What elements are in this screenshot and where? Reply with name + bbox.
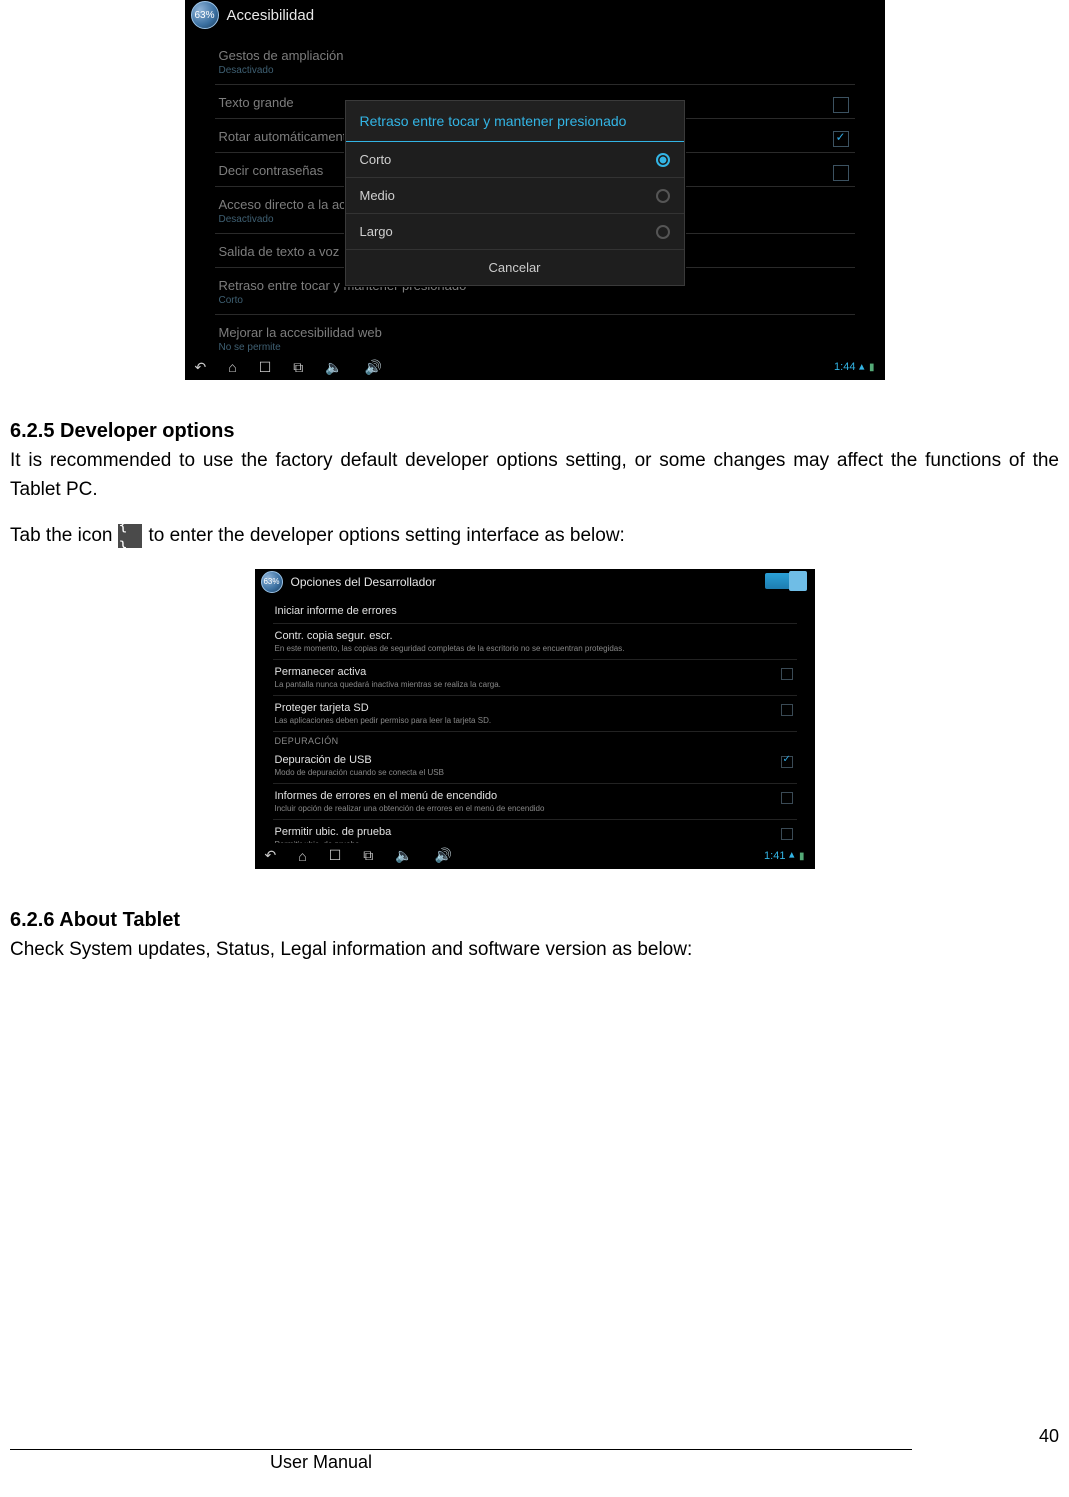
- option-label: Medio: [360, 188, 395, 203]
- page-footer: User Manual: [10, 1449, 1059, 1473]
- row-sub: Corto: [219, 295, 851, 306]
- screenshot-icon[interactable]: ⧉: [293, 359, 303, 376]
- screen-title: Opciones del Desarrollador: [291, 575, 436, 589]
- system-navbar: ↶ ⌂ ☐ ⧉ 🔈 🔊 1:41: [255, 843, 815, 869]
- status-clock: 1:44: [834, 361, 874, 374]
- row-informes-encendido[interactable]: Informes de errores en el menú de encend…: [273, 784, 797, 820]
- row-label: Depuración de USB: [275, 754, 795, 766]
- dev-options-list: Iniciar informe de errores Contr. copia …: [273, 599, 797, 843]
- row-label: Iniciar informe de errores: [275, 605, 795, 617]
- row-sub: Modo de depuración cuando se conecta el …: [275, 768, 795, 777]
- clock-text: 1:44: [834, 361, 855, 373]
- home-icon[interactable]: ⌂: [298, 848, 306, 864]
- row-label: Permanecer activa: [275, 666, 795, 678]
- category-depuracion: DEPURACIÓN: [273, 732, 797, 748]
- paragraph-625b: Tab the icon { } to enter the developer …: [10, 522, 1059, 551]
- row-permanecer-activa[interactable]: Permanecer activa La pantalla nunca qued…: [273, 660, 797, 696]
- text-fragment: to enter the developer options setting i…: [148, 522, 624, 551]
- clock-text: 1:41: [764, 850, 785, 862]
- option-medio[interactable]: Medio: [346, 178, 684, 214]
- footer-rule: [10, 1449, 912, 1450]
- row-sub: La pantalla nunca quedará inactiva mient…: [275, 680, 795, 689]
- screenshot-accesibilidad: 63% Accesibilidad Gestos de ampliación D…: [185, 0, 885, 380]
- row-sub: No se permite: [219, 342, 851, 353]
- radio-icon[interactable]: [656, 189, 670, 203]
- master-toggle[interactable]: [765, 573, 807, 589]
- row-sub: Las aplicaciones deben pedir permiso par…: [275, 716, 795, 725]
- row-label: Informes de errores en el menú de encend…: [275, 790, 795, 802]
- row-label: Mejorar la accesibilidad web: [219, 325, 851, 340]
- screenshot-icon[interactable]: ⧉: [363, 847, 373, 864]
- footer-text: User Manual: [270, 1452, 1059, 1473]
- checkbox-icon[interactable]: [833, 165, 849, 181]
- home-icon[interactable]: ⌂: [228, 359, 236, 375]
- checkbox-icon[interactable]: [781, 668, 793, 680]
- checkbox-icon[interactable]: [833, 131, 849, 147]
- heading-625: 6.2.5 Developer options: [10, 420, 1059, 443]
- radio-icon[interactable]: [656, 225, 670, 239]
- row-label: Proteger tarjeta SD: [275, 702, 795, 714]
- status-clock: 1:41: [764, 849, 804, 862]
- row-proteger-sd[interactable]: Proteger tarjeta SD Las aplicaciones deb…: [273, 696, 797, 732]
- radio-icon[interactable]: [656, 153, 670, 167]
- battery-badge: 63%: [261, 571, 283, 593]
- wifi-icon: [859, 361, 865, 374]
- row-label: Permitir ubic. de prueba: [275, 826, 795, 838]
- developer-options-icon: { }: [118, 524, 142, 548]
- titlebar: 63% Accesibilidad: [185, 0, 885, 30]
- paragraph-625: It is recommended to use the factory def…: [10, 447, 1059, 504]
- wifi-icon: [789, 849, 795, 862]
- volume-down-icon[interactable]: 🔈: [325, 359, 342, 376]
- row-permitir-ubic[interactable]: Permitir ubic. de prueba Permitir ubic. …: [273, 820, 797, 843]
- row-contr-copia[interactable]: Contr. copia segur. escr. En este moment…: [273, 624, 797, 660]
- checkbox-icon[interactable]: [781, 756, 793, 768]
- heading-626: 6.2.6 About Tablet: [10, 909, 1059, 932]
- checkbox-icon[interactable]: [781, 704, 793, 716]
- option-label: Corto: [360, 152, 392, 167]
- back-icon[interactable]: ↶: [265, 847, 277, 864]
- checkbox-icon[interactable]: [781, 792, 793, 804]
- battery-icon: [869, 361, 875, 373]
- row-sub: Desactivado: [219, 65, 851, 76]
- battery-icon: [799, 850, 805, 862]
- checkbox-icon[interactable]: [833, 97, 849, 113]
- recents-icon[interactable]: ☐: [259, 359, 272, 376]
- back-icon[interactable]: ↶: [195, 359, 207, 376]
- row-label: Contr. copia segur. escr.: [275, 630, 795, 642]
- recents-icon[interactable]: ☐: [329, 847, 342, 864]
- checkbox-icon[interactable]: [781, 828, 793, 840]
- touch-hold-delay-dialog: Retraso entre tocar y mantener presionad…: [345, 100, 685, 286]
- row-label: Gestos de ampliación: [219, 48, 851, 63]
- cancel-button[interactable]: Cancelar: [346, 250, 684, 285]
- titlebar: 63% Opciones del Desarrollador: [255, 569, 815, 595]
- page-number: 40: [1039, 1426, 1059, 1447]
- system-navbar: ↶ ⌂ ☐ ⧉ 🔈 🔊 1:44: [185, 354, 885, 380]
- row-iniciar-informe[interactable]: Iniciar informe de errores: [273, 599, 797, 624]
- volume-down-icon[interactable]: 🔈: [395, 847, 412, 864]
- option-largo[interactable]: Largo: [346, 214, 684, 250]
- text-fragment: Tab the icon: [10, 522, 112, 551]
- option-corto[interactable]: Corto: [346, 142, 684, 178]
- screenshot-developer-options: 63% Opciones del Desarrollador Iniciar i…: [255, 569, 815, 869]
- battery-badge: 63%: [191, 1, 219, 29]
- volume-up-icon[interactable]: 🔊: [365, 359, 382, 376]
- volume-up-icon[interactable]: 🔊: [435, 847, 452, 864]
- paragraph-626: Check System updates, Status, Legal info…: [10, 936, 1059, 965]
- screen-title: Accesibilidad: [227, 7, 315, 24]
- dialog-title: Retraso entre tocar y mantener presionad…: [346, 101, 684, 142]
- row-gestos[interactable]: Gestos de ampliación Desactivado: [215, 38, 855, 85]
- option-label: Largo: [360, 224, 393, 239]
- row-depuracion-usb[interactable]: Depuración de USB Modo de depuración cua…: [273, 748, 797, 784]
- row-sub: Incluir opción de realizar una obtención…: [275, 804, 795, 813]
- row-sub: En este momento, las copias de seguridad…: [275, 644, 795, 653]
